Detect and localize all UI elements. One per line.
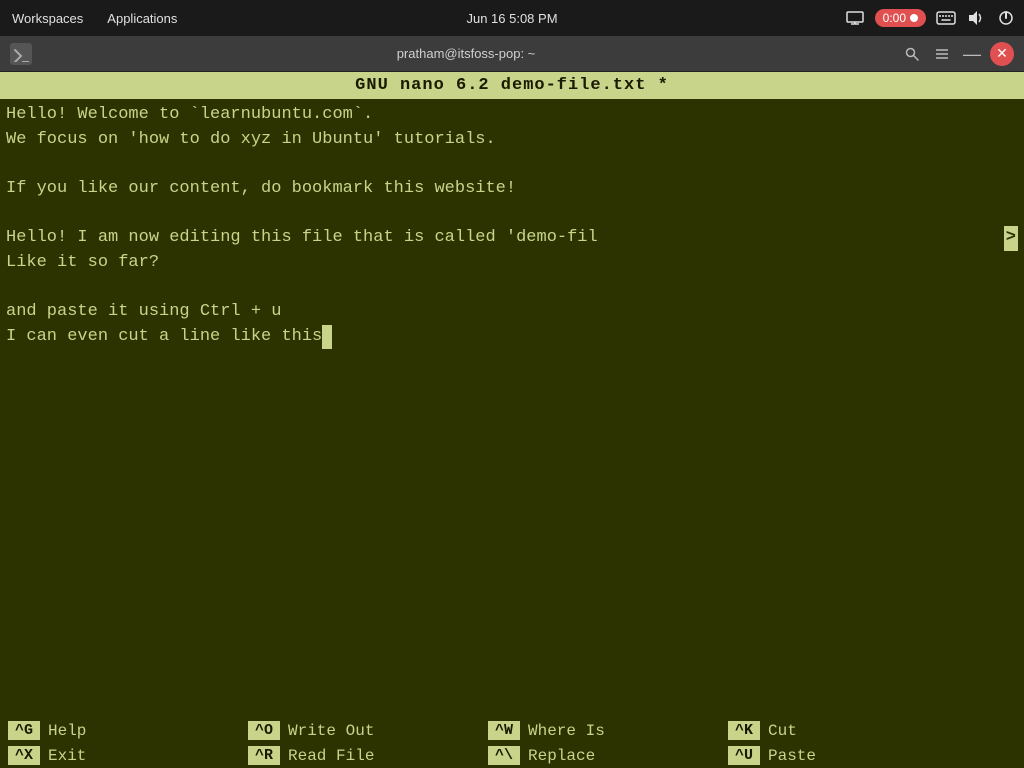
shortcut-key: ^\	[488, 746, 520, 765]
shortcut-item: ^K Cut	[720, 721, 960, 740]
editor-line: I can even cut a line like this	[6, 325, 1018, 350]
nano-header: GNU nano 6.2 demo-file.txt *	[0, 72, 1024, 99]
shortcut-label: Cut	[768, 722, 797, 740]
shortcut-item: ^W Where Is	[480, 721, 720, 740]
shortcut-item: ^G Help	[0, 721, 240, 740]
shortcut-item: ^U Paste	[720, 746, 960, 765]
shortcut-item: ^R Read File	[240, 746, 480, 765]
shortcut-item: ^O Write Out	[240, 721, 480, 740]
shortcut-label: Help	[48, 722, 86, 740]
shortcut-label: Exit	[48, 747, 86, 765]
shortcut-row: ^X Exit ^R Read File ^\ Replace ^U Paste	[0, 743, 1024, 768]
shortcut-key: ^G	[8, 721, 40, 740]
overflow-marker: >	[1004, 226, 1018, 251]
close-button[interactable]: ✕	[990, 42, 1014, 66]
terminal-title: pratham@itsfoss-pop: ~	[40, 46, 892, 61]
editor-line: Hello! Welcome to `learnubuntu.com`.	[6, 103, 1018, 128]
record-button[interactable]: 0:00	[875, 9, 926, 27]
shortcut-label: Read File	[288, 747, 374, 765]
editor-line: Hello! I am now editing this file that i…	[6, 228, 598, 247]
editor-line: and paste it using Ctrl + u	[6, 300, 1018, 325]
nano-shortcuts: ^G Help ^O Write Out ^W Where Is ^K Cut ^X Exit ^R…	[0, 718, 1024, 768]
shortcut-key: ^R	[248, 746, 280, 765]
shortcut-key: ^O	[248, 721, 280, 740]
editor-line: Like it so far?	[6, 251, 1018, 276]
menu-button[interactable]	[930, 42, 954, 66]
screen-icon[interactable]	[845, 8, 865, 28]
system-bar: Workspaces Applications Jun 16 5:08 PM 0…	[0, 0, 1024, 36]
terminal-titlebar: pratham@itsfoss-pop: ~ — ✕	[0, 36, 1024, 72]
minimize-button[interactable]: —	[960, 42, 984, 66]
terminal-window: pratham@itsfoss-pop: ~ — ✕ GNU nano 6.2 …	[0, 36, 1024, 768]
search-button[interactable]	[900, 42, 924, 66]
workspaces-button[interactable]: Workspaces	[8, 9, 87, 28]
editor-line: We focus on 'how to do xyz in Ubuntu' tu…	[6, 128, 1018, 153]
shortcut-label: Replace	[528, 747, 595, 765]
shortcut-item: ^\ Replace	[480, 746, 720, 765]
record-time: 0:00	[883, 11, 906, 25]
shortcut-key: ^W	[488, 721, 520, 740]
editor-line	[6, 275, 1018, 300]
system-bar-left: Workspaces Applications	[8, 9, 181, 28]
nano-editor[interactable]: GNU nano 6.2 demo-file.txt * Hello! Welc…	[0, 72, 1024, 768]
editor-line: If you like our content, do bookmark thi…	[6, 177, 1018, 202]
applications-button[interactable]: Applications	[103, 9, 181, 28]
shortcut-label: Paste	[768, 747, 816, 765]
shortcut-row: ^G Help ^O Write Out ^W Where Is ^K Cut	[0, 718, 1024, 743]
shortcut-item: ^X Exit	[0, 746, 240, 765]
system-bar-center: Jun 16 5:08 PM	[466, 11, 557, 26]
keyboard-icon[interactable]	[936, 8, 956, 28]
datetime-label: Jun 16 5:08 PM	[466, 11, 557, 26]
terminal-app-icon	[10, 43, 32, 65]
shortcut-label: Where Is	[528, 722, 605, 740]
volume-icon[interactable]	[966, 8, 986, 28]
titlebar-buttons: — ✕	[900, 42, 1014, 66]
record-dot-icon	[910, 14, 918, 22]
power-icon[interactable]	[996, 8, 1016, 28]
shortcut-key: ^U	[728, 746, 760, 765]
editor-line	[6, 202, 1018, 227]
shortcut-key: ^X	[8, 746, 40, 765]
nano-content[interactable]: Hello! Welcome to `learnubuntu.com`.We f…	[0, 99, 1024, 718]
system-bar-right: 0:00	[845, 8, 1016, 28]
shortcut-key: ^K	[728, 721, 760, 740]
editor-line	[6, 152, 1018, 177]
text-cursor	[322, 325, 332, 350]
shortcut-label: Write Out	[288, 722, 374, 740]
